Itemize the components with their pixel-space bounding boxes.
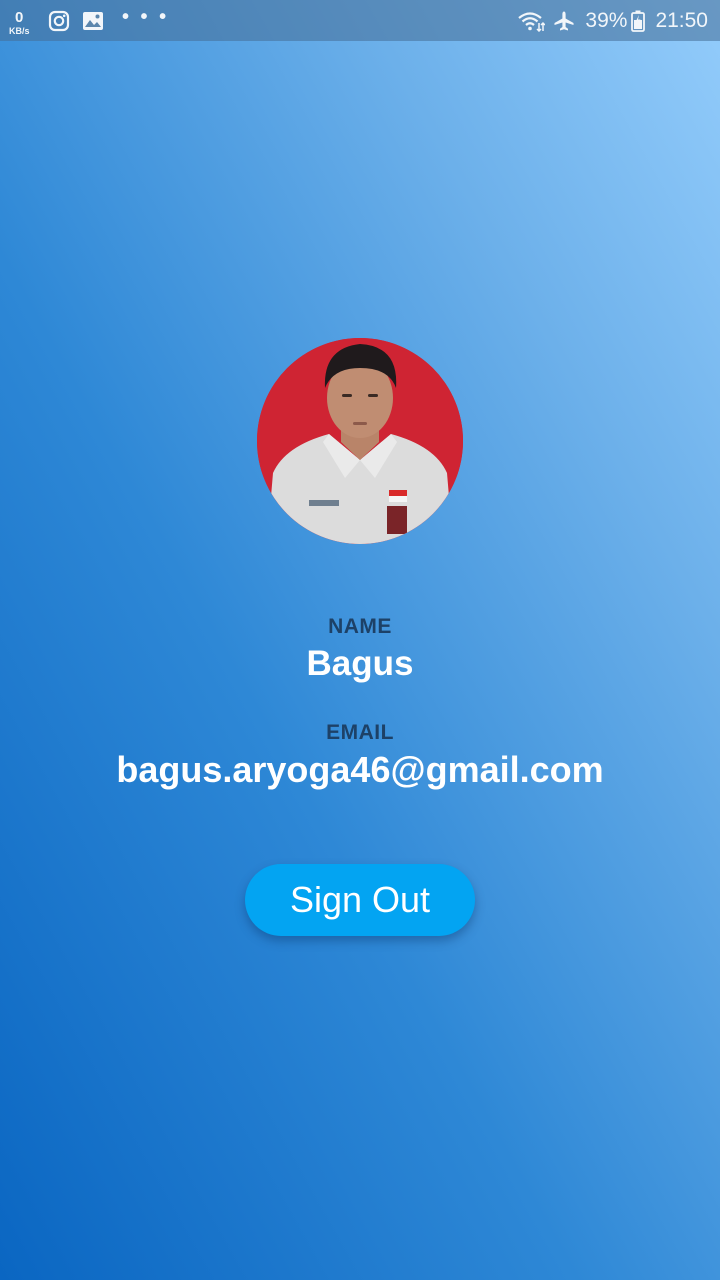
sign-out-button[interactable]: Sign Out [245,864,475,936]
net-speed-indicator: 0 KB/s [8,6,38,36]
net-speed-unit: KB/s [9,25,30,36]
email-label: EMAIL [326,721,394,744]
more-notifications-indicator: • • • [122,5,170,28]
instagram-icon [48,10,70,32]
airplane-mode-icon [553,10,575,32]
wifi-icon [517,10,546,32]
name-label: NAME [328,615,392,638]
profile-photo-icon [257,338,463,544]
status-bar: 0 KB/s • • • 39% 21:50 [0,0,720,41]
status-bar-right: 39% 21:50 [513,0,708,41]
status-bar-left: 0 KB/s • • • [8,0,169,41]
battery-percent: 39% [585,9,628,32]
profile-avatar [257,338,463,544]
email-value: bagus.aryoga46@gmail.com [116,749,604,790]
clock: 21:50 [655,9,708,32]
name-value: Bagus [306,644,414,683]
battery-icon [631,10,646,32]
net-speed-value: 0 [15,8,24,26]
gallery-icon [82,11,104,31]
